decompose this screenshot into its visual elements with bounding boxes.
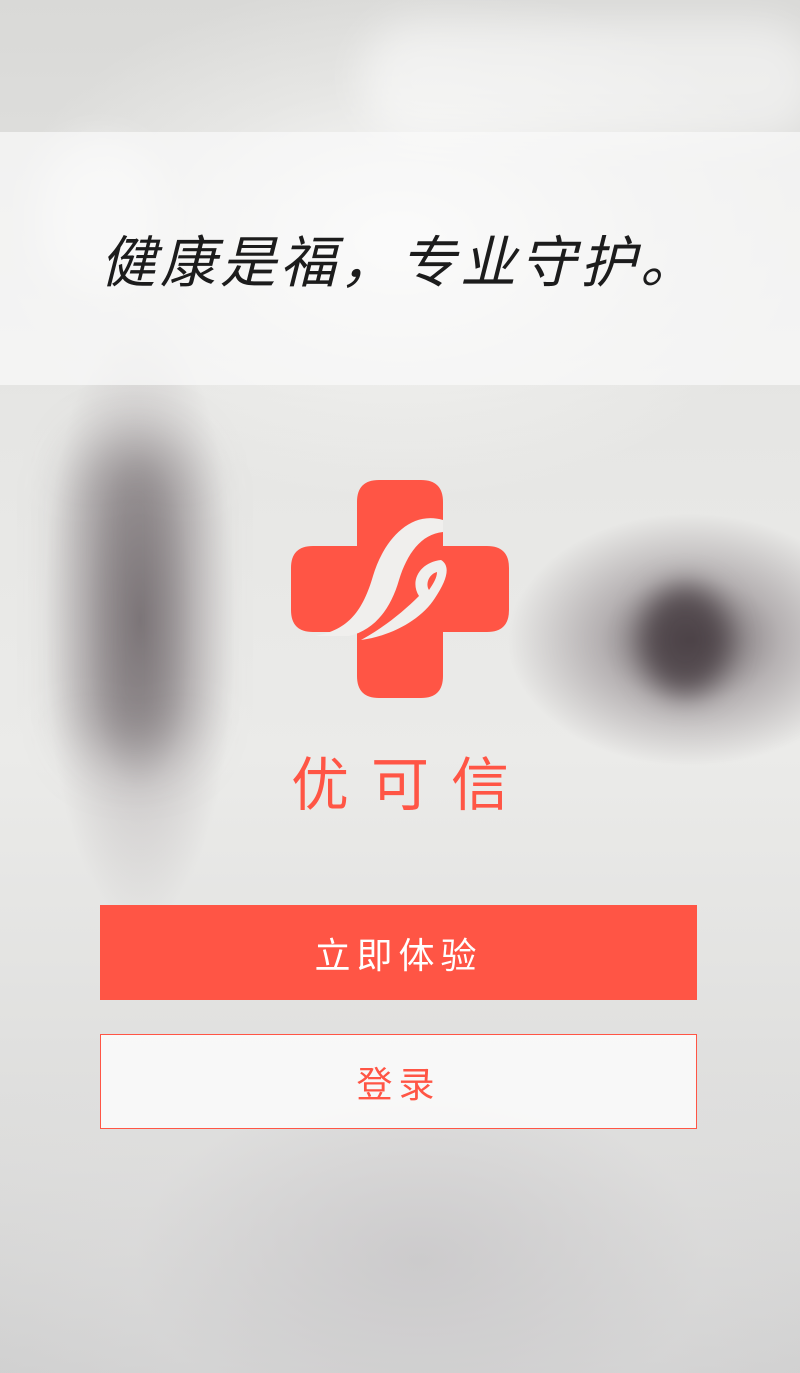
- try-now-button[interactable]: 立即体验: [100, 905, 697, 1000]
- login-button[interactable]: 登录: [100, 1034, 697, 1129]
- slogan-text: 健康是福，专业守护。: [100, 231, 700, 296]
- app-name: 优可信: [290, 751, 531, 819]
- medical-cross-hand-logo-icon: [291, 480, 509, 698]
- background-blur-shadow: [80, 440, 190, 760]
- background-blur-highlight: [360, 20, 800, 140]
- slogan-banner: 健康是福，专业守护。: [0, 132, 800, 385]
- background-blur-shadow: [640, 585, 730, 695]
